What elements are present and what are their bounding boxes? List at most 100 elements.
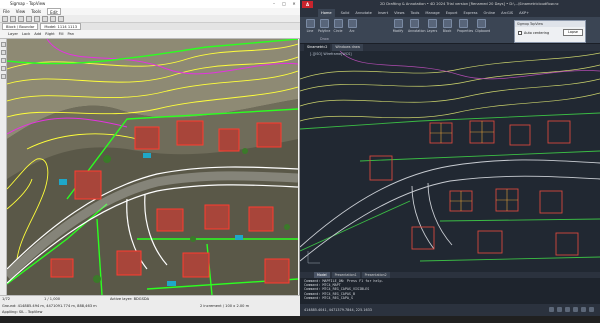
layers-button[interactable]: Layers bbox=[426, 19, 438, 33]
polar-icon[interactable] bbox=[573, 307, 578, 312]
cad-title: 2D Drafting & Annotation • 4D 2024 Trial… bbox=[300, 0, 600, 9]
polyline-button[interactable]: Polyline bbox=[318, 19, 330, 33]
erase-icon[interactable] bbox=[1, 58, 6, 63]
layers-icon bbox=[427, 19, 437, 28]
menu-file[interactable]: File bbox=[3, 8, 10, 15]
grid-icon[interactable] bbox=[557, 307, 562, 312]
block-button[interactable]: Block bbox=[441, 19, 453, 33]
group-draw: Draw bbox=[320, 37, 329, 41]
tab-express[interactable]: Express bbox=[463, 9, 477, 17]
opt-add[interactable]: Add bbox=[34, 30, 41, 38]
menu-edit-box[interactable]: Edit bbox=[47, 8, 61, 15]
app-logo-icon[interactable]: A bbox=[302, 1, 313, 8]
dialog-title: Sigmap TopView bbox=[515, 21, 585, 27]
aerial-map-canvas[interactable] bbox=[7, 39, 298, 295]
tab-views[interactable]: Views bbox=[394, 9, 404, 17]
opt-lock[interactable]: Lock bbox=[22, 30, 30, 38]
refresh-icon[interactable] bbox=[26, 16, 32, 22]
taskbar bbox=[0, 316, 600, 323]
command-line: Command: MTC4_REG_CAPA_S bbox=[304, 295, 353, 300]
clipboard-button[interactable]: Clipboard bbox=[475, 19, 490, 33]
tab-tools[interactable]: Tools bbox=[411, 9, 420, 17]
tab-export[interactable]: Export bbox=[446, 9, 458, 17]
circle-button[interactable]: Circle bbox=[332, 19, 344, 33]
select-icon[interactable] bbox=[1, 42, 6, 47]
opt-layer[interactable]: Layer bbox=[8, 30, 18, 38]
topview-window: Sigmap - TopView – □ ✕ File View Tools E… bbox=[0, 0, 300, 316]
left-window-controls: – □ ✕ bbox=[269, 0, 299, 8]
cad-drawing-canvas[interactable] bbox=[300, 51, 600, 272]
menu-view[interactable]: View bbox=[16, 8, 26, 15]
scale-readout: 1/72 bbox=[2, 297, 11, 301]
minimize-button[interactable]: – bbox=[269, 0, 279, 8]
modify-button[interactable]: Modify bbox=[392, 19, 404, 33]
building bbox=[182, 252, 210, 278]
tab-online[interactable]: Online bbox=[484, 9, 496, 17]
building bbox=[50, 258, 74, 278]
building bbox=[204, 204, 230, 230]
building bbox=[176, 120, 204, 146]
opt-pan[interactable]: Pan bbox=[67, 30, 74, 38]
tab-solid[interactable]: Solid bbox=[341, 9, 350, 17]
tab-model[interactable]: Model: 1114 1113 bbox=[40, 23, 81, 30]
tab-block-boundary[interactable]: Block / Boundar bbox=[2, 23, 39, 30]
document-tabs: Sinametric2 Windows draw bbox=[300, 44, 600, 51]
tab-manage[interactable]: Manage bbox=[425, 9, 439, 17]
lapse-button[interactable]: Lapse bbox=[563, 29, 583, 36]
left-options-bar: Layer Lock Add Right Fill Pan bbox=[0, 30, 300, 39]
lineweight-icon[interactable] bbox=[589, 307, 594, 312]
increment-info: 2 increment / 100 x 2.00 m bbox=[200, 304, 250, 308]
left-status-area: 1/72 1 / 1,000 Active layer: BDGSDA Grou… bbox=[0, 295, 300, 316]
maximize-button[interactable]: □ bbox=[279, 0, 289, 8]
auto-centering-checkbox[interactable] bbox=[518, 31, 522, 35]
measure-icon[interactable] bbox=[42, 16, 48, 22]
cad-buildings bbox=[369, 120, 579, 256]
cad-contours bbox=[300, 51, 600, 122]
appliing-status: Appliing: SIL - TopView bbox=[2, 310, 43, 314]
building bbox=[116, 250, 142, 276]
left-tab-strip: Block / Boundar Model: 1114 1113 bbox=[0, 23, 300, 30]
desktop: Sigmap - TopView – □ ✕ File View Tools E… bbox=[0, 0, 600, 323]
tab-home[interactable]: Home bbox=[318, 9, 335, 17]
left-menu-bar: File View Tools Edit bbox=[0, 8, 300, 15]
print-icon[interactable] bbox=[50, 16, 56, 22]
draw-icon[interactable] bbox=[1, 50, 6, 55]
left-toolbar bbox=[0, 15, 300, 23]
pan-icon[interactable] bbox=[18, 16, 24, 22]
menu-tools[interactable]: Tools bbox=[31, 8, 41, 15]
pin-icon[interactable] bbox=[1, 74, 6, 79]
layers-icon[interactable] bbox=[34, 16, 40, 22]
osnap-icon[interactable] bbox=[581, 307, 586, 312]
arc-button[interactable]: Arc bbox=[346, 19, 358, 33]
cad-status-bar: 414885.4041, 4471379.7844, 225.1633 bbox=[300, 304, 600, 316]
tab-annotate[interactable]: Annotate bbox=[355, 9, 371, 17]
tab-axp[interactable]: AXP+ bbox=[519, 9, 529, 17]
clipboard-icon bbox=[476, 19, 486, 28]
zoom-out-icon[interactable] bbox=[10, 16, 16, 22]
opt-fill[interactable]: Fill bbox=[59, 30, 64, 38]
settings-icon[interactable] bbox=[58, 16, 64, 22]
doc-tab-windows[interactable]: Windows draw bbox=[332, 44, 364, 51]
opt-right[interactable]: Right bbox=[45, 30, 54, 38]
arc-icon bbox=[347, 19, 357, 28]
doc-tab-sinametric[interactable]: Sinametric2 bbox=[304, 44, 331, 51]
tab-arcgis[interactable]: ArcGIS bbox=[501, 9, 513, 17]
properties-icon bbox=[458, 19, 468, 28]
info-icon[interactable] bbox=[1, 66, 6, 71]
tab-insert[interactable]: Insert bbox=[378, 9, 388, 17]
close-button[interactable]: ✕ bbox=[289, 0, 299, 8]
annotation-icon bbox=[409, 19, 419, 28]
zoom-in-icon[interactable] bbox=[2, 16, 8, 22]
building bbox=[256, 122, 282, 148]
annotation-button[interactable]: Annotation bbox=[408, 19, 425, 33]
polyline-icon bbox=[319, 19, 329, 28]
building bbox=[248, 206, 274, 232]
ortho-icon[interactable] bbox=[565, 307, 570, 312]
sigmap-dialog: Sigmap TopView Auto centering Lapse bbox=[514, 20, 586, 43]
properties-button[interactable]: Properties bbox=[457, 19, 473, 33]
viewport-label[interactable]: [-][ISO] Wireframe[WCS] bbox=[310, 52, 352, 56]
command-history[interactable]: Command: MAPFILE_ON: Press F1 for help. … bbox=[300, 278, 600, 304]
cad-boundaries bbox=[300, 112, 600, 262]
line-button[interactable]: Line bbox=[304, 19, 316, 33]
snap-icon[interactable] bbox=[549, 307, 554, 312]
